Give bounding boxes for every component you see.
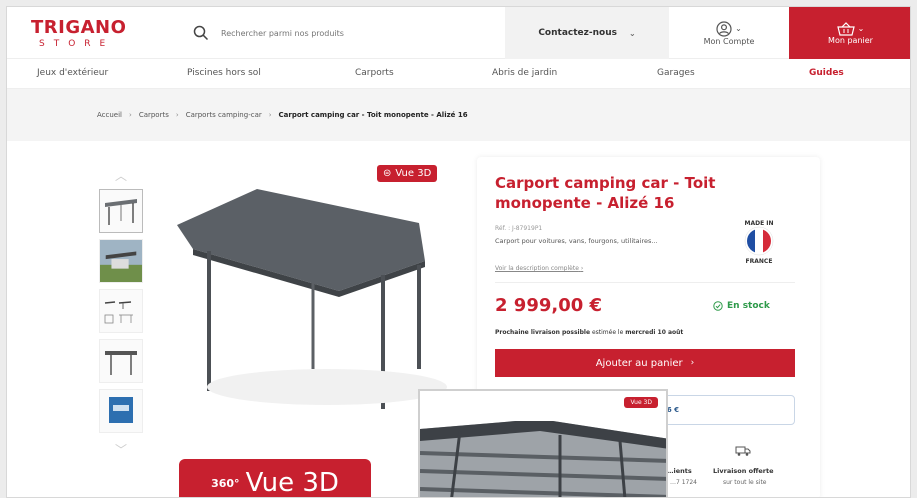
- add-to-cart-button[interactable]: Ajouter au panier ›: [495, 349, 795, 377]
- thumbnail-photo[interactable]: [99, 239, 143, 283]
- full-description-link[interactable]: Voir la description complète ›: [495, 265, 583, 272]
- nav-item-garages[interactable]: Garages: [657, 68, 695, 78]
- main-nav: Jeux d'extérieur Piscines hors sol Carpo…: [7, 59, 910, 89]
- view-3d-badge-label: Vue 3D: [395, 168, 432, 179]
- search-icon[interactable]: [193, 25, 209, 41]
- trigano-logo[interactable]: TRIGANO STORE: [31, 19, 141, 51]
- nav-item-jeux[interactable]: Jeux d'extérieur: [37, 68, 108, 78]
- nav-item-carports[interactable]: Carports: [355, 68, 394, 78]
- made-in-top-text: MADE IN: [744, 220, 773, 227]
- chevron-right-icon: ›: [580, 265, 584, 272]
- chevron-right-icon: ›: [268, 111, 272, 119]
- thumbnail-carport[interactable]: [99, 189, 143, 233]
- cart-button[interactable]: ⌄ Mon panier: [789, 7, 910, 59]
- made-in-france-thumbnail-image: [109, 397, 133, 423]
- logo-main-text: TRIGANO: [31, 17, 127, 38]
- browser-page: TRIGANO STORE Contactez-nous ⌄ ⌄: [6, 6, 911, 498]
- view-3d-badge[interactable]: ⊜ Vue 3D: [377, 165, 438, 182]
- nav-item-guides[interactable]: Guides: [809, 68, 844, 78]
- cart-label: Mon panier: [828, 35, 873, 45]
- carport-front-image: [105, 351, 137, 375]
- view-3d-button[interactable]: 360° Vue 3D: [179, 459, 371, 498]
- carport-photo-image: [100, 240, 142, 282]
- product-ref: Réf. : J-87919P1: [495, 225, 543, 232]
- made-in-bottom-text: FRANCE: [746, 258, 773, 265]
- divider: [495, 282, 795, 283]
- basket-icon: [836, 21, 855, 36]
- breadcrumb-current: Carport camping car - Toit monopente - A…: [278, 111, 468, 119]
- chevron-down-icon: ⌄: [857, 24, 865, 33]
- chevron-down-icon: ⌄: [628, 28, 636, 38]
- thumbnail-label[interactable]: [99, 389, 143, 433]
- search-input[interactable]: [221, 28, 461, 38]
- add-to-cart-label: Ajouter au panier: [595, 357, 683, 369]
- stock-status: En stock: [713, 301, 770, 311]
- chevron-up-icon[interactable]: ︿: [97, 165, 145, 185]
- delivery-mid: estimée le: [591, 329, 624, 336]
- thumbnail-list: ︿ ﹀: [97, 165, 145, 465]
- user-icon: [716, 20, 732, 37]
- nav-item-abris[interactable]: Abris de jardin: [492, 68, 557, 78]
- delivery-date: mercredi 10 août: [625, 329, 684, 336]
- view-3d-icon: ⊜: [383, 168, 392, 179]
- viewer-3d-popup[interactable]: Vue 3D: [418, 389, 668, 497]
- chevron-down-icon[interactable]: ﹀: [97, 439, 145, 459]
- chevron-down-icon: ⌄: [735, 24, 742, 33]
- site-header: TRIGANO STORE Contactez-nous ⌄ ⌄: [7, 7, 910, 59]
- made-in-france-seal-icon: MADE IN FRANCE: [744, 220, 773, 265]
- delivery-estimate: Prochaine livraison possible estimée le …: [495, 329, 683, 336]
- view-3d-button-label: Vue 3D: [245, 468, 339, 498]
- viewer-3d-badge: Vue 3D: [624, 397, 658, 408]
- breadcrumb-camping-car[interactable]: Carports camping-car: [186, 111, 262, 119]
- nav-item-piscines[interactable]: Piscines hors sol: [187, 68, 261, 78]
- contact-button[interactable]: Contactez-nous ⌄: [505, 7, 669, 59]
- thumbnail-front[interactable]: [99, 339, 143, 383]
- product-main-image[interactable]: [157, 165, 457, 425]
- product-price: 2 999,00 €: [495, 295, 603, 316]
- account-button[interactable]: ⌄ Mon Compte: [669, 7, 789, 59]
- logo-sub-text: STORE: [39, 39, 115, 49]
- contact-label: Contactez-nous: [538, 28, 617, 38]
- carport-thumbnail-image: [105, 199, 137, 225]
- chevron-right-icon: ›: [129, 111, 132, 119]
- chevron-right-icon: ›: [690, 358, 695, 368]
- delivery-prefix: Prochaine livraison possible: [495, 329, 591, 336]
- stock-label: En stock: [727, 301, 770, 311]
- thumbnail-diagram[interactable]: [99, 289, 143, 333]
- breadcrumb: Accueil › Carports › Carports camping-ca…: [7, 89, 910, 141]
- check-circle-icon: [713, 301, 723, 311]
- rotate-360-icon: 360°: [211, 476, 240, 490]
- full-description-link-label: Voir la description complète: [495, 265, 579, 272]
- product-short-description: Carport pour voitures, vans, fourgons, u…: [495, 237, 658, 245]
- account-label: Mon Compte: [703, 36, 755, 46]
- service-sub-delivery: sur tout le site: [723, 479, 767, 486]
- service-label-delivery: Livraison offerte: [713, 467, 774, 475]
- service-sub-clients: …7 1724: [670, 479, 697, 486]
- carport-diagram-image: [104, 301, 133, 324]
- chevron-right-icon: ›: [175, 111, 179, 119]
- product-title: Carport camping car - Toit monopente - A…: [495, 174, 716, 212]
- search-bar[interactable]: [193, 21, 493, 45]
- breadcrumb-home[interactable]: Accueil: [97, 111, 122, 119]
- service-label-clients: …ients: [667, 467, 692, 475]
- delivery-truck-icon: [735, 446, 751, 456]
- breadcrumb-carports[interactable]: Carports: [139, 111, 169, 119]
